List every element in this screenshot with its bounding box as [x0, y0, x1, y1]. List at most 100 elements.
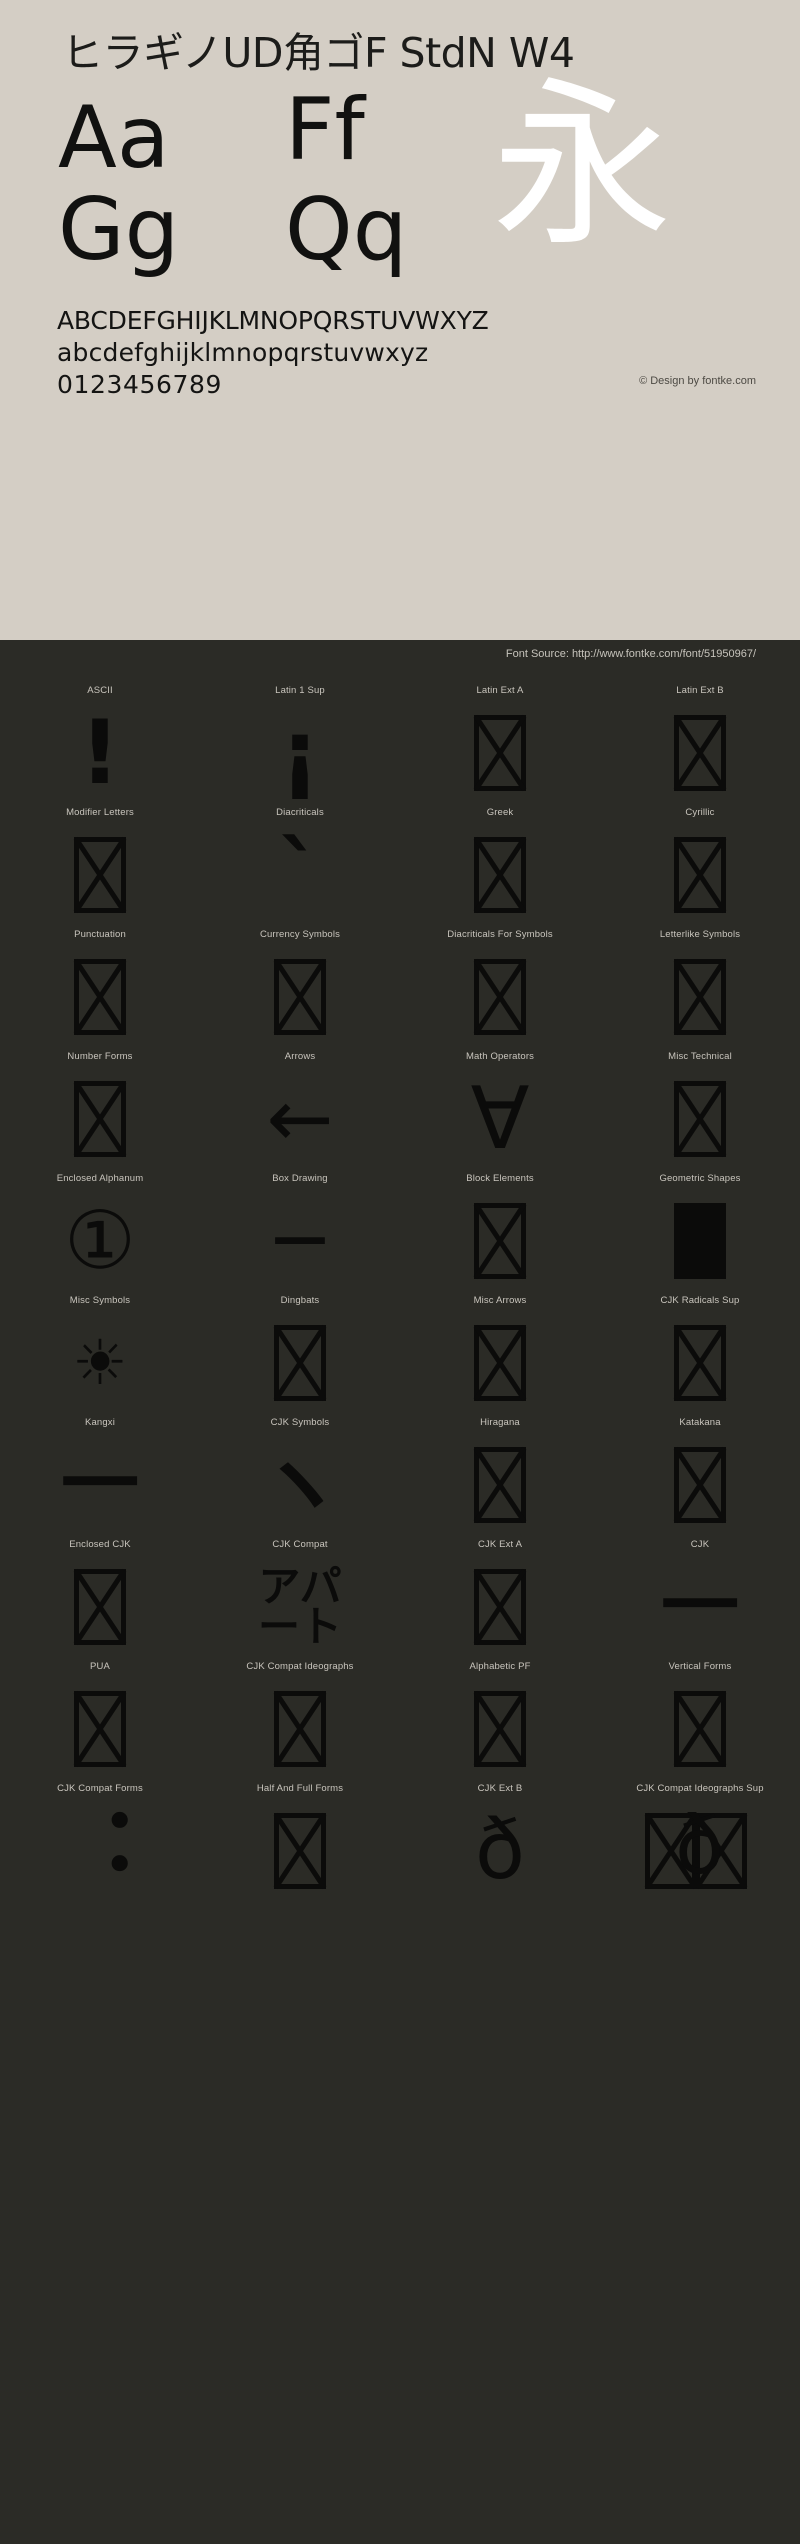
unicode-block-cell[interactable]: CJK Radicals Sup [600, 1287, 800, 1409]
font-source-bar: Font Source: http://www.fontke.com/font/… [0, 640, 800, 667]
unicode-block-cell[interactable]: CJK Compat アパ ート [200, 1531, 400, 1653]
unicode-block-cell[interactable]: Misc Symbols ☀ [0, 1287, 200, 1409]
unicode-block-cell[interactable]: PUA [0, 1653, 200, 1775]
unicode-block-cell[interactable]: Latin Ext A [400, 677, 600, 799]
notdef-box-icon [74, 959, 126, 1035]
unicode-block-cell[interactable]: Enclosed Alphanum ① [0, 1165, 200, 1287]
unicode-block-label: Enclosed CJK [69, 1539, 131, 1550]
unicode-block-glyph [600, 1683, 800, 1775]
unicode-block-label: Diacriticals For Symbols [447, 929, 553, 940]
unicode-block-glyph [600, 951, 800, 1043]
unicode-block-cell[interactable]: Katakana [600, 1409, 800, 1531]
unicode-block-cell[interactable]: Misc Arrows [400, 1287, 600, 1409]
unicode-block-cell[interactable]: Punctuation [0, 921, 200, 1043]
notdef-box-icon [674, 1081, 726, 1157]
unicode-block-label: Hiragana [480, 1417, 520, 1428]
unicode-block-glyph [600, 1073, 800, 1165]
unicode-block-cell[interactable]: Greek [400, 799, 600, 921]
unicode-block-label: Arrows [284, 1051, 316, 1062]
unicode-block-glyph [400, 707, 600, 799]
unicode-block-glyph: ヽ [200, 1439, 400, 1531]
unicode-block-glyph: ─ [200, 1195, 400, 1287]
unicode-block-glyph [600, 1439, 800, 1531]
unicode-block-cell[interactable]: CJK Symbols ヽ [200, 1409, 400, 1531]
unicode-block-cell[interactable]: Half And Full Forms [200, 1775, 400, 1897]
unicode-block-label: CJK Ext A [477, 1539, 523, 1550]
alphabet-specimen: ABCDEFGHIJKLMNOPQRSTUVWXYZ abcdefghijklm… [57, 305, 489, 401]
unicode-block-label: Greek [486, 807, 514, 818]
unicode-block-label: Latin Ext B [676, 685, 724, 696]
unicode-block-glyph [200, 1317, 400, 1409]
numeral-specimen: 0123456789 [57, 370, 223, 399]
unicode-block-glyph [0, 1073, 200, 1165]
unicode-block-glyph [0, 951, 200, 1043]
unicode-block-cell[interactable]: Kangxi ⼀ [0, 1409, 200, 1531]
unicode-block-cell[interactable]: Vertical Forms [600, 1653, 800, 1775]
unicode-block-cell[interactable]: Geometric Shapes [600, 1165, 800, 1287]
unicode-block-cell[interactable]: Latin Ext B [600, 677, 800, 799]
unicode-block-cell[interactable]: ASCII! [0, 677, 200, 799]
unicode-block-glyph: ① [0, 1195, 200, 1287]
unicode-block-cell[interactable]: Diacriticals ˋ [200, 799, 400, 921]
unicode-block-glyph: ˋ [200, 829, 400, 921]
unicode-block-glyph [400, 1561, 600, 1653]
unicode-block-cell[interactable]: Currency Symbols [200, 921, 400, 1043]
notdef-box-icon [274, 1813, 326, 1889]
unicode-block-glyph [0, 1561, 200, 1653]
unicode-block-cell[interactable]: CJK Ext B ð [400, 1775, 600, 1897]
unicode-block-cell[interactable]: Number Forms [0, 1043, 200, 1165]
sample-glyph: ← [266, 1072, 334, 1165]
notdef-box-icon [74, 837, 126, 913]
unicode-block-cell[interactable]: Diacriticals For Symbols [400, 921, 600, 1043]
unicode-block-label: Misc Technical [668, 1051, 732, 1062]
notdef-box-icon [674, 1447, 726, 1523]
alphabet-lowercase: abcdefghijklmnopqrstuvwxyz [57, 338, 429, 367]
font-source-link[interactable]: Font Source: http://www.fontke.com/font/… [506, 648, 756, 660]
unicode-block-cell[interactable]: Letterlike Symbols [600, 921, 800, 1043]
unicode-block-cell[interactable]: Cyrillic [600, 799, 800, 921]
unicode-block-glyph: ☀ [0, 1317, 200, 1409]
sample-glyph: ヽ [255, 1433, 344, 1536]
unicode-block-cell[interactable]: Latin 1 Sup ¡ [200, 677, 400, 799]
unicode-block-cell[interactable]: Math Operators ∀ [400, 1043, 600, 1165]
unicode-block-glyph [200, 951, 400, 1043]
sample-glyph-kanji: 永 [492, 62, 673, 271]
sample-glyph: ─ [275, 1194, 325, 1287]
unicode-block-glyph: ∀ [400, 1073, 600, 1165]
unicode-block-cell[interactable]: Arrows ← [200, 1043, 400, 1165]
unicode-block-label: Misc Symbols [69, 1295, 131, 1306]
unicode-block-label: PUA [90, 1661, 110, 1672]
unicode-block-glyph: ︓ [0, 1805, 200, 1897]
block-grid-row: PUA CJK Compat Ideographs Alphabetic PF Ver… [0, 1653, 800, 1775]
unicode-block-label: Letterlike Symbols [659, 929, 741, 940]
notdef-box-icon [274, 1325, 326, 1401]
notdef-box-icon [474, 715, 526, 791]
unicode-block-label: Dingbats [280, 1295, 320, 1306]
unicode-block-label: Latin 1 Sup [275, 685, 325, 696]
unicode-block-label: Diacriticals [276, 807, 324, 818]
unicode-block-cell[interactable]: CJK Ext A [400, 1531, 600, 1653]
unicode-block-label: Geometric Shapes [659, 1173, 741, 1184]
unicode-block-cell[interactable]: Misc Technical [600, 1043, 800, 1165]
sample-glyph: ð [474, 1803, 526, 1898]
unicode-block-label: CJK [690, 1539, 710, 1550]
unicode-block-glyph [600, 707, 800, 799]
unicode-block-cell[interactable]: CJK Compat Forms ︓ [0, 1775, 200, 1897]
unicode-block-cell[interactable]: Alphabetic PF [400, 1653, 600, 1775]
unicode-block-cell[interactable]: Enclosed CJK [0, 1531, 200, 1653]
unicode-block-cell[interactable]: Dingbats [200, 1287, 400, 1409]
unicode-block-label: ASCII [87, 685, 113, 696]
unicode-block-cell[interactable]: CJK Compat Ideographs [200, 1653, 400, 1775]
unicode-block-cell[interactable]: Box Drawing ─ [200, 1165, 400, 1287]
unicode-block-cell[interactable]: Modifier Letters [0, 799, 200, 921]
unicode-block-cell[interactable]: CJK Compat Ideographs Sup ð [600, 1775, 800, 1897]
notdef-box-icon [74, 1081, 126, 1157]
notdef-box-icon [74, 1691, 126, 1767]
unicode-block-cell[interactable]: Block Elements [400, 1165, 600, 1287]
unicode-block-cell[interactable]: Hiragana [400, 1409, 600, 1531]
unicode-block-cell[interactable]: CJK 一 [600, 1531, 800, 1653]
sample-glyph-qq: Qq [285, 180, 408, 280]
unicode-block-glyph [600, 829, 800, 921]
unicode-block-label: Box Drawing [272, 1173, 328, 1184]
unicode-block-label: Math Operators [465, 1051, 535, 1062]
